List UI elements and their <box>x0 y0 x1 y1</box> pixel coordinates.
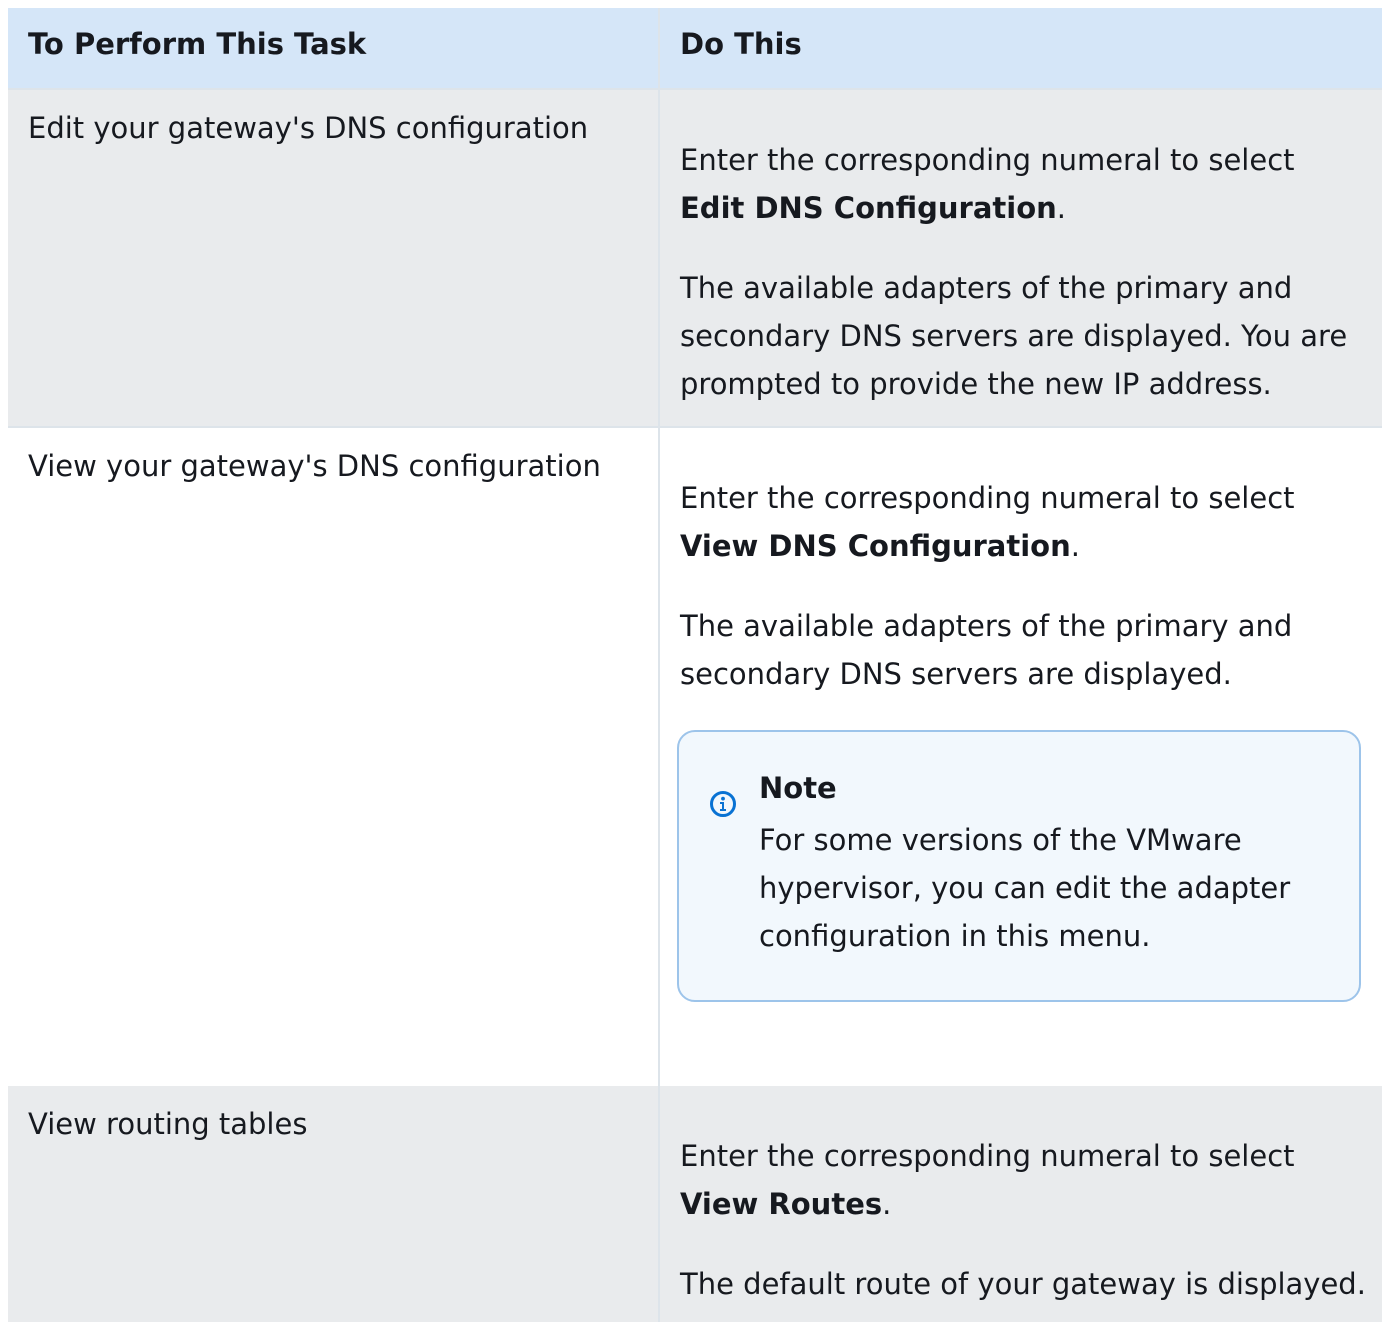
column-header-task: To Perform This Task <box>8 8 660 88</box>
note-title: Note <box>759 771 837 805</box>
table-row: View your gateway's DNS configuration En… <box>8 428 1382 1086</box>
task-cell: View routing tables <box>8 1086 660 1322</box>
table-header-row: To Perform This Task Do This <box>8 8 1382 90</box>
task-table: To Perform This Task Do This Edit your g… <box>8 8 1382 1322</box>
task-cell: Edit your gateway's DNS configuration <box>8 90 660 426</box>
task-cell: View your gateway's DNS configuration <box>8 428 660 1086</box>
table-row: Edit your gateway's DNS configuration En… <box>8 90 1382 428</box>
menu-option: View DNS Configuration <box>680 529 1071 563</box>
step-text: Enter the corresponding numeral to selec… <box>680 143 1295 225</box>
detail-text: The available adapters of the primary an… <box>680 609 1293 691</box>
column-header-action: Do This <box>680 27 802 61</box>
detail-text: The default route of your gateway is dis… <box>680 1267 1366 1301</box>
step-text: Enter the corresponding numeral to selec… <box>680 1139 1295 1221</box>
table-row: View routing tables Enter the correspond… <box>8 1086 1382 1322</box>
info-icon <box>709 784 737 817</box>
detail-text: The available adapters of the primary an… <box>680 271 1348 401</box>
step-text: Enter the corresponding numeral to selec… <box>680 481 1295 563</box>
action-cell: Enter the corresponding numeral to selec… <box>660 428 1382 1086</box>
menu-option: Edit DNS Configuration <box>680 191 1057 225</box>
menu-option: View Routes <box>680 1187 883 1221</box>
note-callout: Note For some versions of the VMware hyp… <box>677 730 1361 1002</box>
action-cell: Enter the corresponding numeral to selec… <box>660 90 1382 426</box>
note-body: For some versions of the VMware hypervis… <box>759 823 1291 953</box>
action-cell: Enter the corresponding numeral to selec… <box>660 1086 1382 1322</box>
